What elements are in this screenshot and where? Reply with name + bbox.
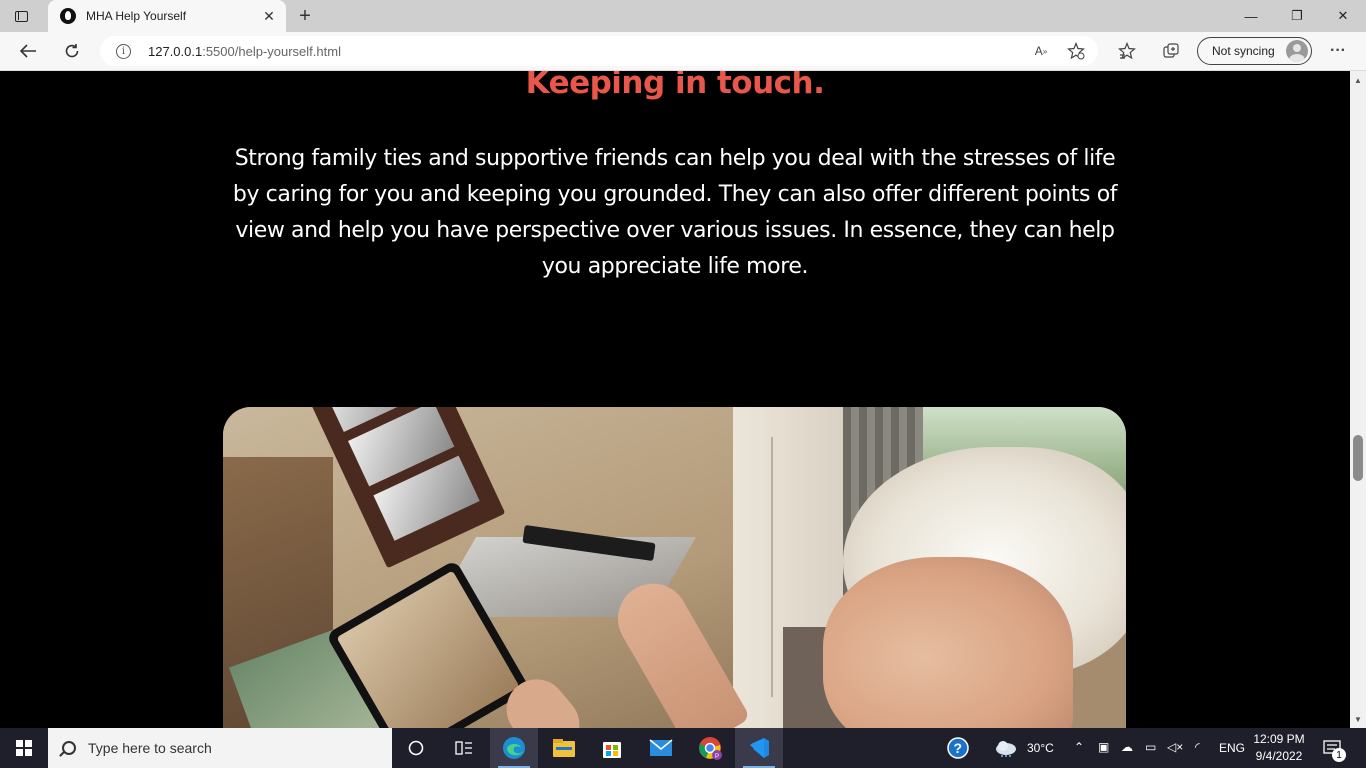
clock-time: 12:09 PM	[1253, 732, 1305, 746]
volume-icon[interactable]: ◁×	[1167, 740, 1183, 754]
scrollbar-thumb[interactable]	[1353, 435, 1363, 481]
edge-taskbar-icon[interactable]	[490, 728, 538, 768]
collections-icon[interactable]	[1159, 39, 1183, 63]
notification-center-icon[interactable]: 1	[1320, 736, 1346, 762]
maximize-button[interactable]: ❐	[1274, 0, 1320, 32]
show-hidden-icons-icon[interactable]: ⌃	[1074, 740, 1084, 754]
scroll-down-icon[interactable]: ▼	[1350, 712, 1366, 726]
sync-status-label: Not syncing	[1212, 44, 1275, 58]
taskbar-search-placeholder: Type here to search	[88, 740, 212, 756]
microsoft-store-icon[interactable]	[588, 728, 636, 768]
address-url: 127.0.0.1:5500/help-yourself.html	[148, 43, 341, 59]
wifi-icon[interactable]: ◜	[1195, 740, 1200, 754]
mail-icon[interactable]	[637, 728, 685, 768]
cortana-icon[interactable]	[392, 728, 440, 768]
start-button[interactable]	[0, 728, 48, 768]
tab-actions-icon[interactable]	[6, 5, 36, 27]
language-indicator[interactable]: ENG	[1219, 741, 1245, 755]
taskbar-search[interactable]: Type here to search	[48, 728, 392, 768]
tab-title: MHA Help Yourself	[86, 9, 187, 23]
address-bar[interactable]: i 127.0.0.1:5500/help-yourself.html	[100, 36, 1098, 66]
tab-bar: MHA Help Yourself ✕ + — ❐ ✕	[0, 0, 1366, 32]
site-favicon-icon	[60, 8, 76, 24]
svg-text:?: ?	[954, 740, 963, 756]
add-favorite-icon[interactable]	[1064, 39, 1088, 63]
battery-icon[interactable]: ▭	[1145, 740, 1156, 754]
section-heading: Keeping in touch.	[525, 71, 825, 101]
site-info-icon[interactable]: i	[116, 43, 131, 59]
weather-temperature[interactable]: 30°C	[1027, 741, 1054, 755]
chrome-icon[interactable]: P	[686, 728, 734, 768]
profile-avatar	[1286, 40, 1308, 62]
back-arrow-icon	[19, 44, 36, 58]
page-scrollbar[interactable]: ▲ ▼	[1350, 71, 1366, 728]
windows-taskbar: Type here to search P ? 30°C ⌃ ▣ ☁ ▭ ◁× …	[0, 728, 1366, 768]
help-icon[interactable]: ?	[934, 728, 982, 768]
refresh-icon	[65, 44, 79, 58]
meet-now-icon[interactable]: ▣	[1098, 740, 1109, 754]
back-button[interactable]	[13, 37, 43, 65]
video-call-photo	[223, 407, 1126, 728]
file-explorer-icon[interactable]	[540, 728, 588, 768]
section-paragraph: Strong family ties and supportive friend…	[232, 146, 1118, 279]
scroll-up-icon[interactable]: ▲	[1350, 73, 1366, 87]
close-window-button[interactable]: ✕	[1320, 0, 1366, 32]
taskbar-clock[interactable]: 12:09 PM 9/4/2022	[1247, 731, 1311, 765]
favorites-icon[interactable]	[1115, 39, 1139, 63]
onedrive-icon[interactable]: ☁	[1121, 740, 1133, 754]
read-aloud-icon[interactable]: A»	[1029, 39, 1053, 63]
tab-active[interactable]: MHA Help Yourself ✕	[48, 0, 286, 32]
svg-text:P: P	[715, 754, 719, 760]
vscode-icon[interactable]	[735, 728, 783, 768]
notification-badge: 1	[1332, 748, 1346, 762]
clock-date: 9/4/2022	[1255, 749, 1303, 763]
settings-more-button[interactable]: ···	[1326, 39, 1350, 63]
tab-close-icon[interactable]: ✕	[258, 5, 280, 27]
search-icon	[62, 741, 76, 755]
profile-sync-button[interactable]: Not syncing	[1197, 37, 1312, 65]
new-tab-button[interactable]: +	[293, 4, 317, 28]
minimize-button[interactable]: —	[1228, 0, 1274, 32]
refresh-button[interactable]	[57, 37, 87, 65]
weather-icon[interactable]	[986, 728, 1026, 768]
navigation-bar: i 127.0.0.1:5500/help-yourself.html A» N…	[0, 32, 1366, 71]
windows-logo-icon	[16, 740, 32, 756]
task-view-icon[interactable]	[440, 728, 488, 768]
page-viewport: Keeping in touch. Strong family ties and…	[0, 71, 1350, 728]
